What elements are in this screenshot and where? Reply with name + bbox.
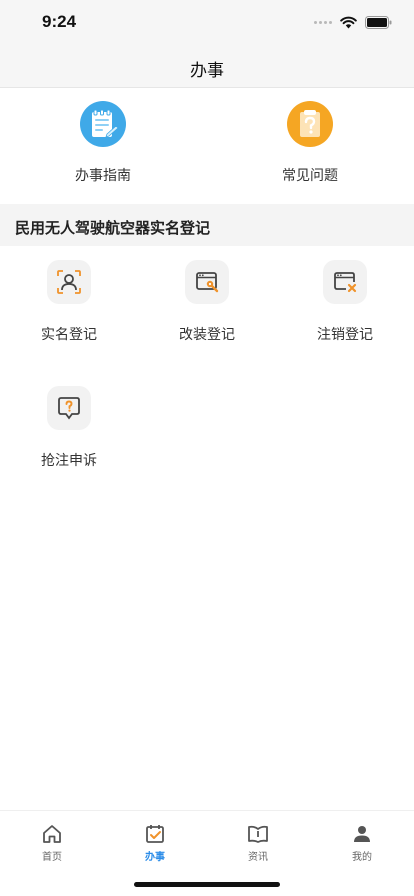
deregistration[interactable]: 注销登记 (285, 260, 405, 344)
guide-entry[interactable]: 办事指南 (43, 101, 163, 185)
status-indicators (314, 16, 392, 29)
message-question-icon-box (47, 386, 91, 430)
battery-icon (365, 16, 392, 29)
window-close-icon-box (323, 260, 367, 304)
task-check-icon (146, 825, 164, 843)
tab-profile[interactable]: 我的 (322, 823, 402, 863)
guide-notebook-icon (80, 101, 126, 147)
tab-tasks-label: 办事 (145, 852, 165, 863)
faq-entry[interactable]: 常见问题 (250, 101, 370, 185)
signal-icon (314, 21, 332, 24)
tab-home[interactable]: 首页 (12, 823, 92, 863)
wifi-icon (340, 16, 357, 29)
window-close-icon (334, 272, 357, 293)
squatting-appeal[interactable]: 抢注申诉 (9, 386, 129, 470)
tab-home-label: 首页 (42, 852, 62, 863)
tab-news[interactable]: 资讯 (218, 823, 298, 863)
home-indicator[interactable] (134, 882, 280, 887)
modification-registration[interactable]: 改装登记 (147, 260, 267, 344)
modification-registration-label: 改装登记 (179, 327, 235, 343)
deregistration-label: 注销登记 (317, 327, 373, 343)
real-name-registration-label: 实名登记 (41, 327, 97, 343)
guide-label: 办事指南 (75, 168, 131, 184)
person-scan-icon-box (47, 260, 91, 304)
tab-news-label: 资讯 (248, 852, 268, 863)
status-time: 9:24 (42, 12, 77, 31)
message-question-icon (58, 397, 80, 420)
book-icon (248, 825, 268, 843)
faq-clipboard-icon (287, 101, 333, 147)
tab-profile-label: 我的 (352, 852, 372, 863)
app-screen: 9:24 办事 办事指南 常见问题 民用无人驾驶航空器实名登记 实名登记 改装登… (0, 0, 414, 896)
faq-label: 常见问题 (282, 168, 338, 184)
navigation-bar: 办事 (0, 46, 414, 88)
window-wrench-icon (196, 272, 219, 293)
person-scan-icon (57, 270, 81, 294)
window-wrench-icon-box (185, 260, 229, 304)
home-icon (43, 825, 61, 843)
status-bar: 9:24 (0, 0, 414, 46)
section-header: 民用无人驾驶航空器实名登记 (0, 204, 414, 246)
quick-entries: 办事指南 常见问题 (0, 89, 414, 204)
user-icon (354, 826, 370, 842)
squatting-appeal-label: 抢注申诉 (41, 453, 97, 469)
real-name-registration[interactable]: 实名登记 (9, 260, 129, 344)
tab-tasks[interactable]: 办事 (115, 823, 195, 863)
page-title: 办事 (190, 61, 224, 81)
section-title: 民用无人驾驶航空器实名登记 (15, 219, 211, 237)
